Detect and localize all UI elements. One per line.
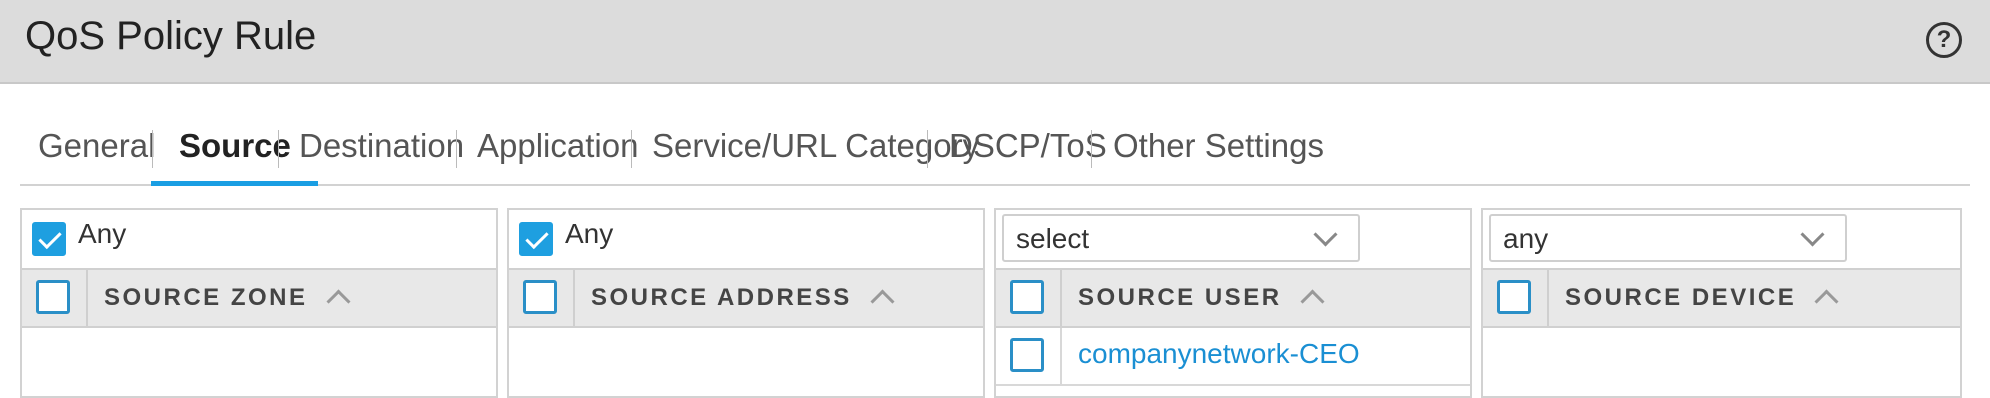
tab-other-settings[interactable]: Other Settings (1113, 120, 1324, 184)
any-address-checkbox[interactable] (519, 222, 553, 256)
dialog-title: QoS Policy Rule (25, 14, 317, 58)
tab-separator (631, 130, 632, 168)
source-device-select-value: any (1503, 223, 1549, 254)
tab-destination[interactable]: Destination (299, 120, 464, 184)
tab-general[interactable]: General (38, 120, 155, 184)
source-zone-column[interactable]: SOURCE ZONE (104, 284, 351, 314)
source-user-select-value: select (1016, 223, 1090, 254)
help-icon[interactable]: ? (1926, 22, 1962, 58)
source-address-header: SOURCE ADDRESS (509, 268, 983, 328)
tab-separator (152, 130, 153, 168)
source-address-panel: Any SOURCE ADDRESS (507, 208, 985, 398)
source-zone-header-label: SOURCE ZONE (104, 284, 308, 311)
select-all-zone-checkbox[interactable] (36, 280, 70, 314)
tab-dscp-tos[interactable]: DSCP/ToS (949, 120, 1107, 184)
source-device-select[interactable]: any (1489, 214, 1847, 262)
header-divider (1547, 270, 1549, 326)
source-device-panel: any SOURCE DEVICE (1481, 208, 1962, 398)
source-user-column[interactable]: SOURCE USER (1078, 284, 1325, 314)
tab-separator (278, 130, 279, 168)
source-address-column[interactable]: SOURCE ADDRESS (591, 284, 895, 314)
table-row: companynetwork-CEO (996, 328, 1470, 386)
header-divider (573, 270, 575, 326)
source-device-header-label: SOURCE DEVICE (1565, 284, 1797, 311)
tab-source[interactable]: Source (151, 120, 318, 186)
any-zone-checkbox[interactable] (32, 222, 66, 256)
sort-ascending-icon[interactable] (870, 289, 895, 314)
source-address-header-label: SOURCE ADDRESS (591, 284, 852, 311)
tab-separator (1091, 130, 1092, 168)
row-checkbox[interactable] (1010, 338, 1044, 372)
tab-bar: General Source Destination Application S… (20, 120, 1970, 186)
tab-application[interactable]: Application (477, 120, 638, 184)
any-address-label: Any (565, 218, 614, 249)
row-divider (1060, 328, 1062, 384)
sort-ascending-icon[interactable] (325, 289, 351, 314)
sort-ascending-icon[interactable] (1814, 289, 1839, 314)
chevron-down-icon (1800, 222, 1825, 247)
header-divider (86, 270, 88, 326)
source-user-header-label: SOURCE USER (1078, 284, 1282, 311)
select-all-user-checkbox[interactable] (1010, 280, 1044, 314)
source-zone-panel: Any SOURCE ZONE (20, 208, 498, 398)
select-all-device-checkbox[interactable] (1497, 280, 1531, 314)
chevron-down-icon (1313, 222, 1338, 247)
source-user-panel: select SOURCE USER companynetwork-CEO (994, 208, 1472, 398)
any-zone-label: Any (78, 218, 127, 249)
tab-service-url-category[interactable]: Service/URL Category (652, 120, 979, 184)
tab-separator (927, 130, 928, 168)
source-user-header: SOURCE USER (996, 268, 1470, 328)
source-zone-header: SOURCE ZONE (22, 268, 496, 328)
header-divider (1060, 270, 1062, 326)
source-user-select[interactable]: select (1002, 214, 1360, 262)
source-user-link[interactable]: companynetwork-CEO (1078, 338, 1360, 370)
tab-separator (456, 130, 457, 168)
sort-ascending-icon[interactable] (1300, 289, 1325, 314)
source-device-column[interactable]: SOURCE DEVICE (1565, 284, 1839, 314)
source-device-header: SOURCE DEVICE (1483, 268, 1960, 328)
title-bar: QoS Policy Rule ? (0, 0, 1990, 84)
select-all-address-checkbox[interactable] (523, 280, 557, 314)
